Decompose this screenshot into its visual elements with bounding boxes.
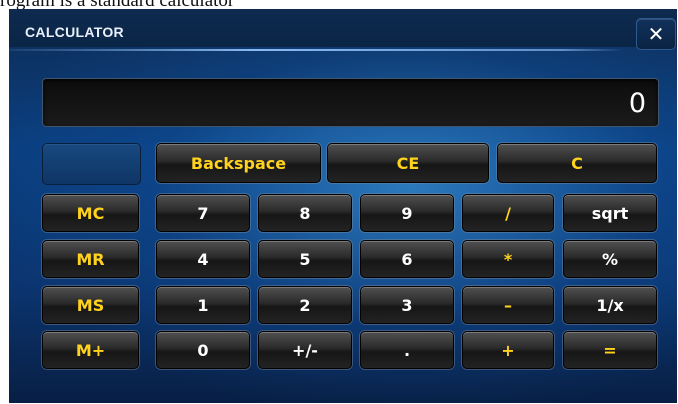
title-divider [9,49,624,51]
multiply-button[interactable]: * [462,240,554,278]
digit-9-button[interactable]: 9 [360,194,454,232]
sign-toggle-button[interactable]: +/- [258,331,352,369]
equals-button[interactable]: = [563,331,657,369]
sqrt-button[interactable]: sqrt [563,194,657,232]
digit-4-button[interactable]: 4 [156,240,250,278]
clear-button[interactable]: C [497,143,657,183]
digit-7-button[interactable]: 7 [156,194,250,232]
calculator-window: CALCULATOR ✕ 0 Backspace CE C MC MR MS M… [9,9,677,403]
digit-2-button[interactable]: 2 [258,286,352,324]
memory-add-button[interactable]: M+ [42,331,139,369]
memory-indicator [42,143,141,185]
divide-button[interactable]: / [462,194,554,232]
subtract-button[interactable]: – [462,286,554,324]
percent-button[interactable]: % [563,240,657,278]
memory-clear-button[interactable]: MC [42,194,139,232]
close-button[interactable]: ✕ [636,18,676,50]
reciprocal-button[interactable]: 1/x [563,286,657,324]
add-button[interactable]: + [462,331,554,369]
decimal-button[interactable]: . [360,331,454,369]
memory-recall-button[interactable]: MR [42,240,139,278]
title-bar: CALCULATOR [9,9,677,47]
digit-5-button[interactable]: 5 [258,240,352,278]
digit-6-button[interactable]: 6 [360,240,454,278]
display-screen: 0 [42,78,659,127]
digit-1-button[interactable]: 1 [156,286,250,324]
digit-0-button[interactable]: 0 [156,331,250,369]
memory-store-button[interactable]: MS [42,286,139,324]
digit-3-button[interactable]: 3 [360,286,454,324]
app-title: CALCULATOR [25,24,124,40]
digit-8-button[interactable]: 8 [258,194,352,232]
close-icon: ✕ [647,23,665,46]
backspace-button[interactable]: Backspace [156,143,321,183]
clear-entry-button[interactable]: CE [327,143,489,183]
display-value: 0 [628,88,646,119]
